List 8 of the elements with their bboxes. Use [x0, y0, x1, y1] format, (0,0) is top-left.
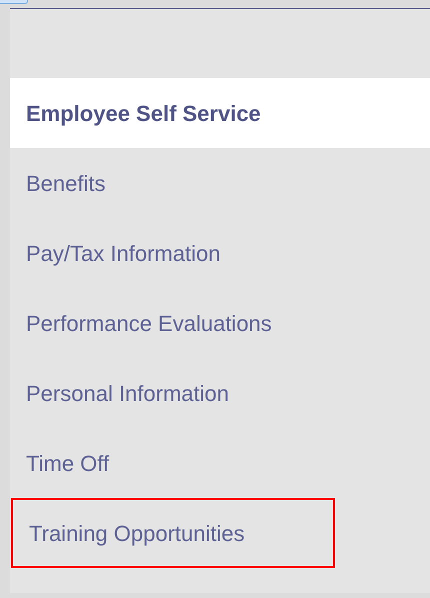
sidebar-item[interactable]: Personal Information [10, 358, 229, 428]
tab-edge [0, 0, 28, 4]
sidebar-item[interactable]: Training Opportunities [11, 498, 335, 568]
sidebar-item[interactable]: Pay/Tax Information [10, 218, 220, 288]
sidebar-item[interactable]: Employee Self Service [10, 78, 430, 148]
sidebar-item[interactable]: Benefits [10, 148, 106, 218]
sidebar-item[interactable]: Performance Evaluations [10, 288, 272, 358]
sidebar-item[interactable]: Time Off [10, 428, 110, 498]
